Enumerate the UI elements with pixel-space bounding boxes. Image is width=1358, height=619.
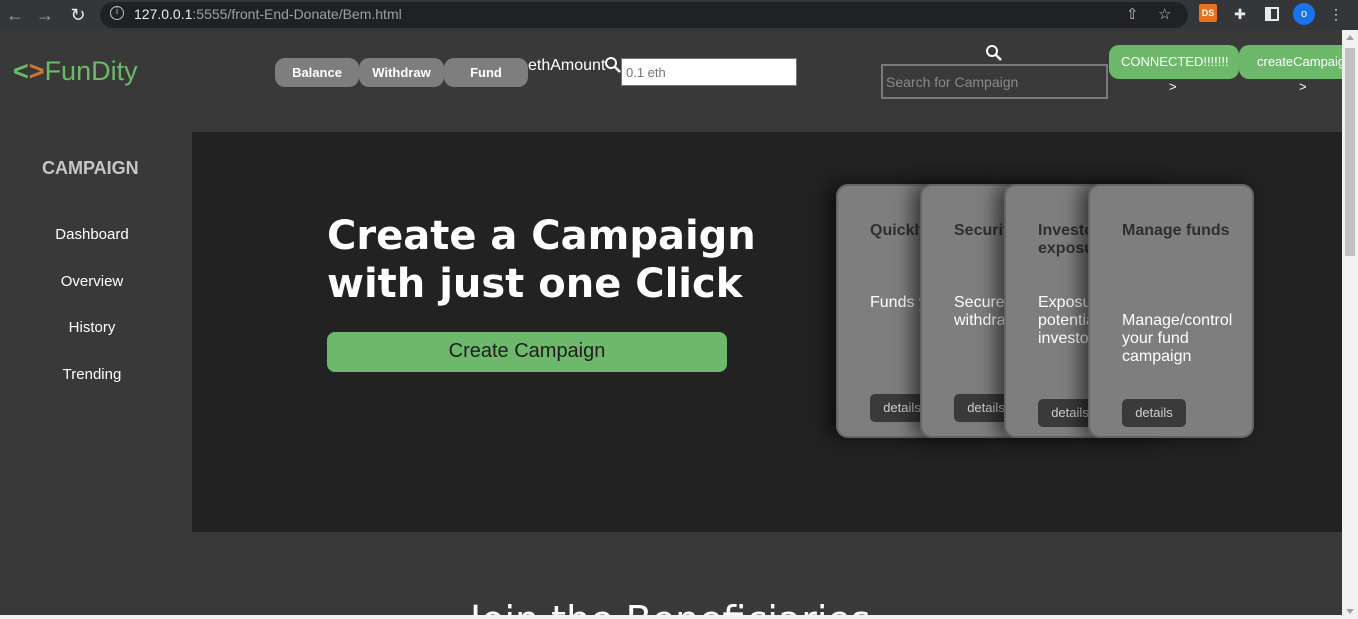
hero-title-line1: Create a Campaign: [327, 213, 756, 259]
side-panel-icon[interactable]: [1265, 7, 1279, 21]
feature-card-manage-funds: Manage funds Manage/control your fund ca…: [1088, 184, 1254, 438]
balance-button[interactable]: Balance: [275, 58, 359, 87]
hero-section: Create a Campaign with just one Click Cr…: [192, 132, 1342, 532]
connected-button[interactable]: CONNECTED!!!!!!!: [1109, 45, 1239, 79]
url-text: 127.0.0.1:5555/front-End-Donate/Bem.html: [134, 6, 402, 22]
sidebar-item-overview[interactable]: Overview: [0, 273, 184, 290]
search-icon: [605, 57, 621, 73]
details-button[interactable]: details: [1122, 399, 1186, 427]
hero-title-line2: with just one Click: [327, 261, 743, 307]
create-campaign-nav-button[interactable]: createCampaign: [1239, 45, 1342, 79]
page: <>FunDity Balance Withdraw Fund ethAmoun…: [0, 30, 1342, 619]
ds-extension-icon[interactable]: DS: [1199, 4, 1217, 22]
eth-amount-input[interactable]: [621, 58, 797, 86]
sidebar-item-dashboard[interactable]: Dashboard: [0, 226, 184, 243]
scroll-up-arrow[interactable]: [1346, 35, 1354, 40]
eth-amount-label: ethAmount: [528, 57, 606, 74]
hero-title: Create a Campaign with just one Click: [327, 212, 787, 308]
create-campaign-button[interactable]: Create Campaign: [327, 332, 727, 372]
extensions-puzzle-icon[interactable]: ✚: [1230, 4, 1250, 24]
connected-arrow: >: [1169, 79, 1177, 94]
sidebar-item-trending[interactable]: Trending: [0, 366, 184, 383]
browser-toolbar: ← → ↻ i 127.0.0.1:5555/front-End-Donate/…: [0, 0, 1358, 30]
scroll-down-arrow[interactable]: [1346, 609, 1354, 614]
campaign-search-icon[interactable]: [985, 44, 1003, 62]
bookmark-star-icon[interactable]: ☆: [1158, 5, 1171, 23]
create-campaign-arrow: >: [1299, 79, 1307, 94]
browser-menu-icon[interactable]: ⋮: [1326, 4, 1346, 24]
scroll-thumb[interactable]: [1345, 48, 1355, 256]
card-title: Manage funds: [1122, 222, 1230, 239]
sidebar-item-history[interactable]: History: [0, 319, 184, 336]
campaign-search-input[interactable]: [881, 64, 1108, 99]
horizontal-scrollbar[interactable]: [0, 615, 1342, 619]
vertical-scrollbar[interactable]: [1342, 30, 1358, 619]
profile-avatar[interactable]: o: [1293, 3, 1315, 25]
sidebar-title: CAMPAIGN: [42, 158, 139, 178]
share-icon[interactable]: ⇧: [1126, 5, 1139, 23]
address-bar[interactable]: i 127.0.0.1:5555/front-End-Donate/Bem.ht…: [100, 2, 1188, 28]
card-body: Manage/control your fund campaign: [1122, 312, 1233, 365]
back-icon[interactable]: ←: [3, 3, 27, 27]
site-info-icon[interactable]: i: [110, 6, 124, 20]
fund-button[interactable]: Fund: [444, 58, 528, 87]
forward-icon[interactable]: →: [33, 3, 57, 27]
logo[interactable]: <>FunDity: [13, 56, 138, 87]
withdraw-button[interactable]: Withdraw: [359, 58, 444, 87]
reload-icon[interactable]: ↻: [66, 3, 90, 27]
